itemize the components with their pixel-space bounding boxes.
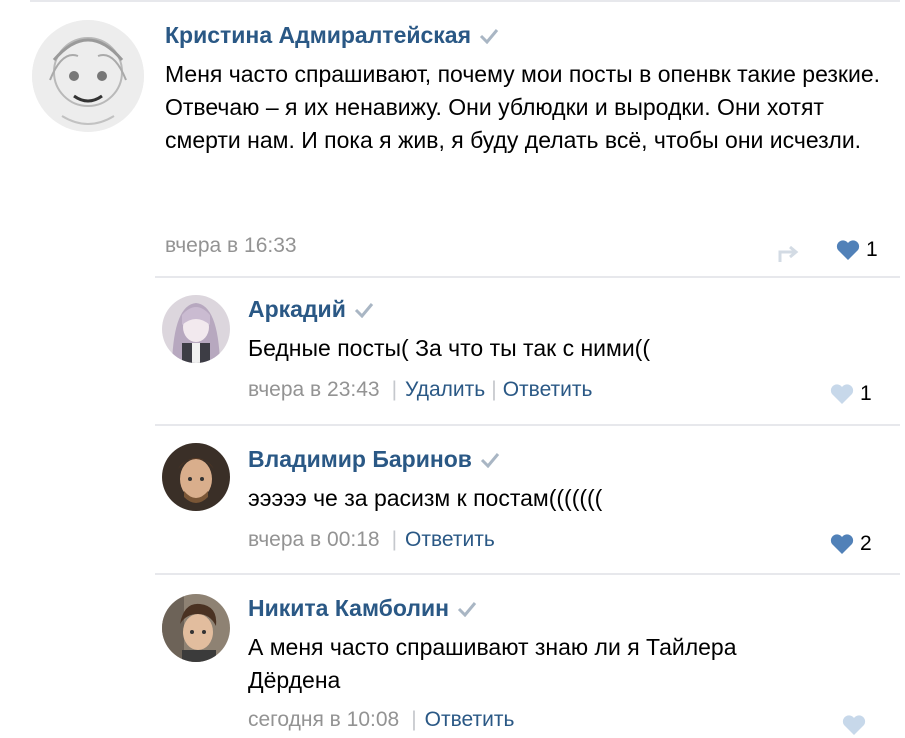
- comment-meta: вчера в 00:18 | Ответить: [248, 528, 495, 552]
- avatar-nikita[interactable]: [162, 594, 230, 662]
- author-name-text[interactable]: Кристина Адмиралтейская: [165, 22, 471, 49]
- comment-divider: [155, 573, 900, 575]
- comment-text-line: А меня часто спрашивают знаю ли я Тайлер…: [248, 634, 737, 693]
- comment-meta: вчера в 16:33: [165, 234, 297, 258]
- reply-link[interactable]: Ответить: [405, 528, 495, 552]
- like-button[interactable]: 1: [830, 382, 872, 406]
- share-icon[interactable]: [778, 244, 802, 264]
- delete-link[interactable]: Удалить: [405, 378, 485, 402]
- like-count: 2: [860, 532, 872, 555]
- comment-divider: [155, 276, 900, 278]
- comment-text-line: Отвечаю – я их ненавижу. Они ублюдки и в…: [165, 94, 862, 153]
- comment-text-line: Бедные посты( За что ты так с ними((: [248, 335, 650, 361]
- meta-separator: |: [411, 708, 417, 731]
- avatar-image: [162, 594, 230, 662]
- comment-meta: вчера в 23:43 | Удалить | Ответить: [248, 378, 592, 402]
- timestamp[interactable]: вчера в 16:33: [165, 234, 297, 258]
- heart-icon: [830, 534, 854, 554]
- author-name[interactable]: Аркадий: [248, 296, 374, 323]
- comment-text: эээээ че за расизм к постам(((((((: [248, 482, 888, 515]
- comment-text: Меня часто спрашивают, почему мои посты …: [165, 58, 890, 157]
- avatar-image: [162, 295, 230, 363]
- reply-link[interactable]: Ответить: [425, 708, 515, 732]
- avatar-vladimir[interactable]: [162, 443, 230, 511]
- comment-divider: [155, 424, 900, 426]
- comment-text-line: эээээ че за расизм к постам(((((((: [248, 485, 603, 511]
- heart-icon: [836, 240, 860, 260]
- heart-icon: [842, 715, 866, 735]
- comment-text: Бедные посты( За что ты так с ними((: [248, 332, 888, 365]
- timestamp[interactable]: сегодня в 10:08: [248, 708, 399, 732]
- avatar-arkadiy[interactable]: [162, 295, 230, 363]
- meta-separator: |: [391, 528, 398, 551]
- avatar-image: [32, 20, 144, 132]
- timestamp[interactable]: вчера в 00:18: [248, 528, 380, 552]
- checkmark-icon: [354, 302, 373, 318]
- like-button[interactable]: 2: [830, 532, 872, 556]
- checkmark-icon: [457, 601, 477, 617]
- like-count: 1: [866, 238, 878, 261]
- like-button[interactable]: [842, 714, 872, 736]
- like-count: 1: [860, 382, 872, 405]
- author-name[interactable]: Никита Камболин: [248, 595, 477, 622]
- author-name[interactable]: Владимир Баринов: [248, 446, 500, 473]
- comment-text-line: Меня часто спрашивают, почему мои посты …: [165, 61, 880, 87]
- author-name-text[interactable]: Аркадий: [248, 296, 346, 323]
- checkmark-icon: [479, 28, 499, 44]
- meta-separator: |: [491, 378, 497, 401]
- author-name-text[interactable]: Владимир Баринов: [248, 446, 472, 473]
- checkmark-icon: [480, 452, 500, 468]
- top-divider: [30, 0, 900, 2]
- timestamp[interactable]: вчера в 23:43: [248, 378, 380, 402]
- heart-icon: [830, 384, 854, 404]
- meta-separator: |: [391, 378, 398, 401]
- comment-meta: сегодня в 10:08 | Ответить: [248, 708, 514, 732]
- avatar-image: [162, 443, 230, 511]
- avatar-kristina[interactable]: [32, 20, 144, 132]
- author-name[interactable]: Кристина Адмиралтейская: [165, 22, 499, 49]
- like-button[interactable]: 1: [836, 238, 878, 262]
- reply-link[interactable]: Ответить: [503, 378, 593, 402]
- comment-text: А меня часто спрашивают знаю ли я Тайлер…: [248, 631, 808, 697]
- author-name-text[interactable]: Никита Камболин: [248, 595, 449, 622]
